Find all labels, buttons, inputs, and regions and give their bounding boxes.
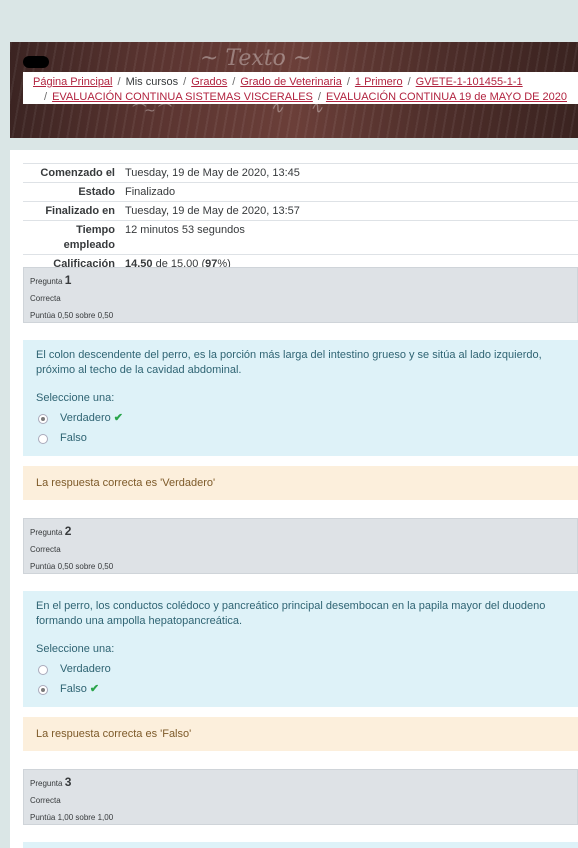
radio-selected[interactable] [38, 413, 48, 424]
breadcrumb-home[interactable]: Página Principal [33, 76, 113, 88]
question-2-content: En el perro, los conductos colédoco y pa… [23, 591, 578, 707]
answer-option-falso[interactable]: Falso ✔ [36, 682, 565, 697]
breadcrumb: Página Principal / Mis cursos / Grados / Grado… [23, 72, 578, 104]
question-status: Correcta [30, 545, 61, 554]
question-1-feedback: La respuesta correcta es 'Verdadero' [23, 466, 578, 500]
redacted-marker [23, 56, 49, 68]
answer-option-verdadero[interactable]: Verdadero [36, 662, 565, 677]
breadcrumb-grados[interactable]: Grados [191, 76, 227, 88]
started-label: Comenzado el [23, 163, 125, 183]
question-number: 1 [64, 273, 72, 287]
question-status: Correcta [30, 796, 61, 805]
question-3-info: Pregunta 3 Correcta Puntúa 1,00 sobre 1,… [23, 769, 578, 825]
question-points: Puntúa 1,00 sobre 1,00 [30, 813, 114, 822]
question-1-info: Pregunta 1 Correcta Puntúa 0,50 sobre 0,… [23, 267, 578, 323]
breadcrumb-quiz[interactable]: EVALUACIÓN CONTINUA 19 de MAYO DE 2020 [326, 91, 567, 103]
summary-row-finished: Finalizado en Tuesday, 19 de May de 2020… [23, 201, 578, 221]
breadcrumb-course[interactable]: GVETE-1-101455-1-1 [416, 76, 523, 88]
radio-unselected[interactable] [38, 433, 48, 444]
answer-label: Falso [60, 432, 87, 444]
quiz-review-page: Comenzado el Tuesday, 19 de May de 2020,… [10, 150, 578, 848]
question-2-info: Pregunta 2 Correcta Puntúa 0,50 sobre 0,… [23, 518, 578, 574]
finished-label: Finalizado en [23, 201, 125, 221]
question-label: Pregunta [30, 277, 63, 286]
state-value: Finalizado [125, 182, 578, 202]
question-status: Correcta [30, 294, 61, 303]
time-label-line1: Tiempo [76, 224, 115, 236]
question-text: El colon descendente del perro, es la po… [36, 349, 542, 376]
summary-row-time: Tiempo empleado 12 minutos 53 segundos [23, 220, 578, 255]
answer-label: Falso [60, 683, 87, 695]
state-label: Estado [23, 182, 125, 202]
answer-label: Verdadero [60, 663, 111, 675]
question-text: En el perro, los conductos colédoco y pa… [36, 600, 546, 627]
time-label-line2: empleado [63, 239, 115, 251]
banner-chalk-scribble: ~ Texto ~ [200, 46, 312, 71]
breadcrumb-year[interactable]: 1 Primero [355, 76, 403, 88]
question-number: 2 [64, 524, 72, 538]
time-value: 12 minutos 53 segundos [125, 220, 578, 255]
question-prompt: Seleccione una: [36, 392, 115, 404]
started-value: Tuesday, 19 de May de 2020, 13:45 [125, 163, 578, 183]
breadcrumb-section[interactable]: EVALUACIÓN CONTINUA SISTEMAS VISCERALES [52, 91, 313, 103]
question-1-content: El colon descendente del perro, es la po… [23, 340, 578, 456]
question-points: Puntúa 0,50 sobre 0,50 [30, 311, 114, 320]
answer-label: Verdadero [60, 412, 111, 424]
question-number: 3 [64, 775, 72, 789]
summary-row-state: Estado Finalizado [23, 182, 578, 202]
question-label: Pregunta [30, 528, 63, 537]
breadcrumb-degree[interactable]: Grado de Veterinaria [240, 76, 342, 88]
answer-option-verdadero[interactable]: Verdadero ✔ [36, 411, 565, 426]
summary-row-started: Comenzado el Tuesday, 19 de May de 2020,… [23, 163, 578, 183]
time-label: Tiempo empleado [23, 220, 125, 255]
finished-value: Tuesday, 19 de May de 2020, 13:57 [125, 201, 578, 221]
radio-unselected[interactable] [38, 664, 48, 675]
correct-check-icon: ✔ [89, 683, 100, 695]
question-3-content [23, 842, 578, 848]
question-label: Pregunta [30, 779, 63, 788]
question-prompt: Seleccione una: [36, 643, 115, 655]
breadcrumb-my-courses: Mis cursos [125, 76, 179, 88]
question-2-feedback: La respuesta correcta es 'Falso' [23, 717, 578, 751]
radio-selected[interactable] [38, 684, 48, 695]
correct-check-icon: ✔ [113, 412, 123, 424]
attempt-summary-table: Comenzado el Tuesday, 19 de May de 2020,… [23, 163, 578, 273]
question-points: Puntúa 0,50 sobre 0,50 [30, 562, 114, 571]
answer-option-falso[interactable]: Falso [36, 431, 565, 446]
